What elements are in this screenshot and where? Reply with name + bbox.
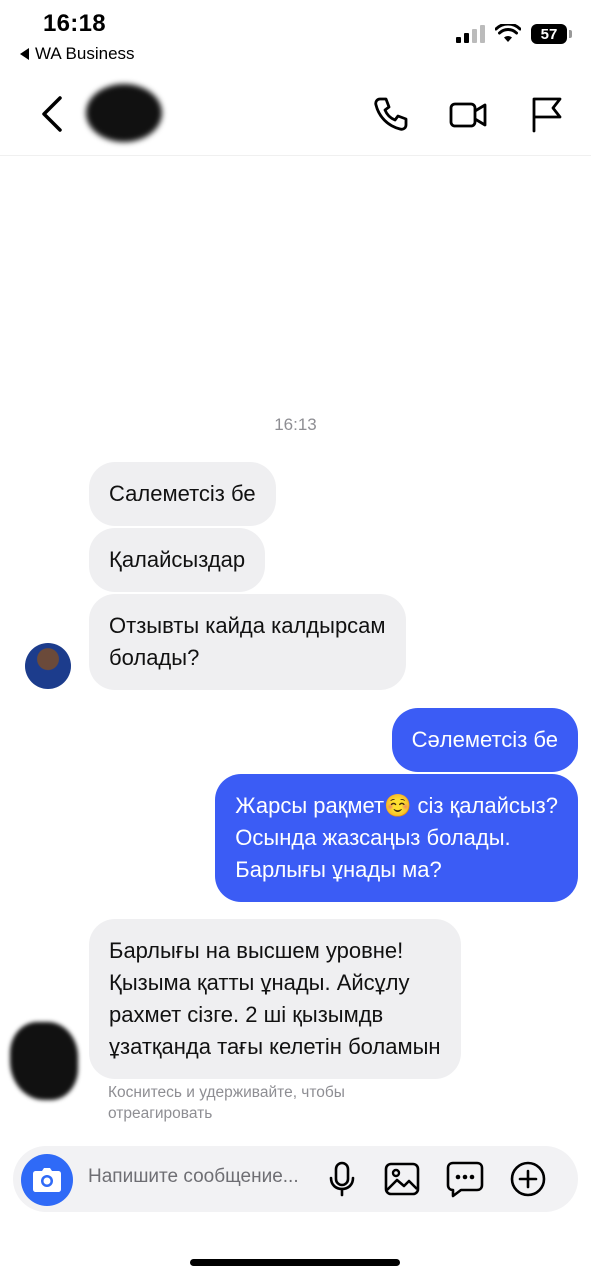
chat-timestamp: 16:13 [274,415,317,434]
camera-icon [33,1168,61,1192]
home-indicator[interactable] [190,1259,400,1266]
contact-avatar-small[interactable] [25,643,71,689]
image-icon[interactable] [382,1159,422,1199]
phone-icon[interactable] [371,94,411,134]
chevron-left-icon[interactable] [36,94,70,134]
outgoing-message[interactable]: Сәлеметсіз бе [391,708,578,772]
contact-avatar[interactable] [86,84,162,142]
incoming-message[interactable]: Барлығы на высшем уровне! Қызыма қатты ұ… [89,919,461,1079]
battery-icon: 57 [531,24,572,44]
incoming-message[interactable]: Қалайсыздар [89,528,266,592]
camera-button[interactable] [21,1154,73,1206]
sticker-icon[interactable] [445,1159,485,1199]
status-indicators: 57 [456,24,572,44]
chat-header [0,78,591,156]
reaction-hint: Коснитесь и удерживайте, чтобы отреагиро… [108,1084,345,1122]
flag-icon[interactable] [526,94,566,134]
status-time: 16:18 [43,10,106,37]
outgoing-message[interactable]: Жарсы рақмет☺️ сіз қалайсыз? Осында жазс… [215,774,578,902]
wifi-icon [495,24,521,42]
cellular-signal-icon [456,25,485,43]
incoming-message[interactable]: Салеметсіз бе [89,462,276,526]
plus-icon[interactable] [508,1159,548,1199]
contact-avatar-small[interactable] [10,1022,78,1100]
message-input[interactable] [88,1166,318,1188]
incoming-message[interactable]: Отзывты кайда калдырсам болады? [89,594,406,690]
video-icon[interactable] [448,94,488,134]
microphone-icon[interactable] [322,1159,362,1199]
back-triangle-icon [20,48,29,60]
back-app-label: WA Business [35,44,135,63]
back-to-app-link[interactable]: WA Business [20,44,135,64]
message-composer [13,1146,578,1212]
